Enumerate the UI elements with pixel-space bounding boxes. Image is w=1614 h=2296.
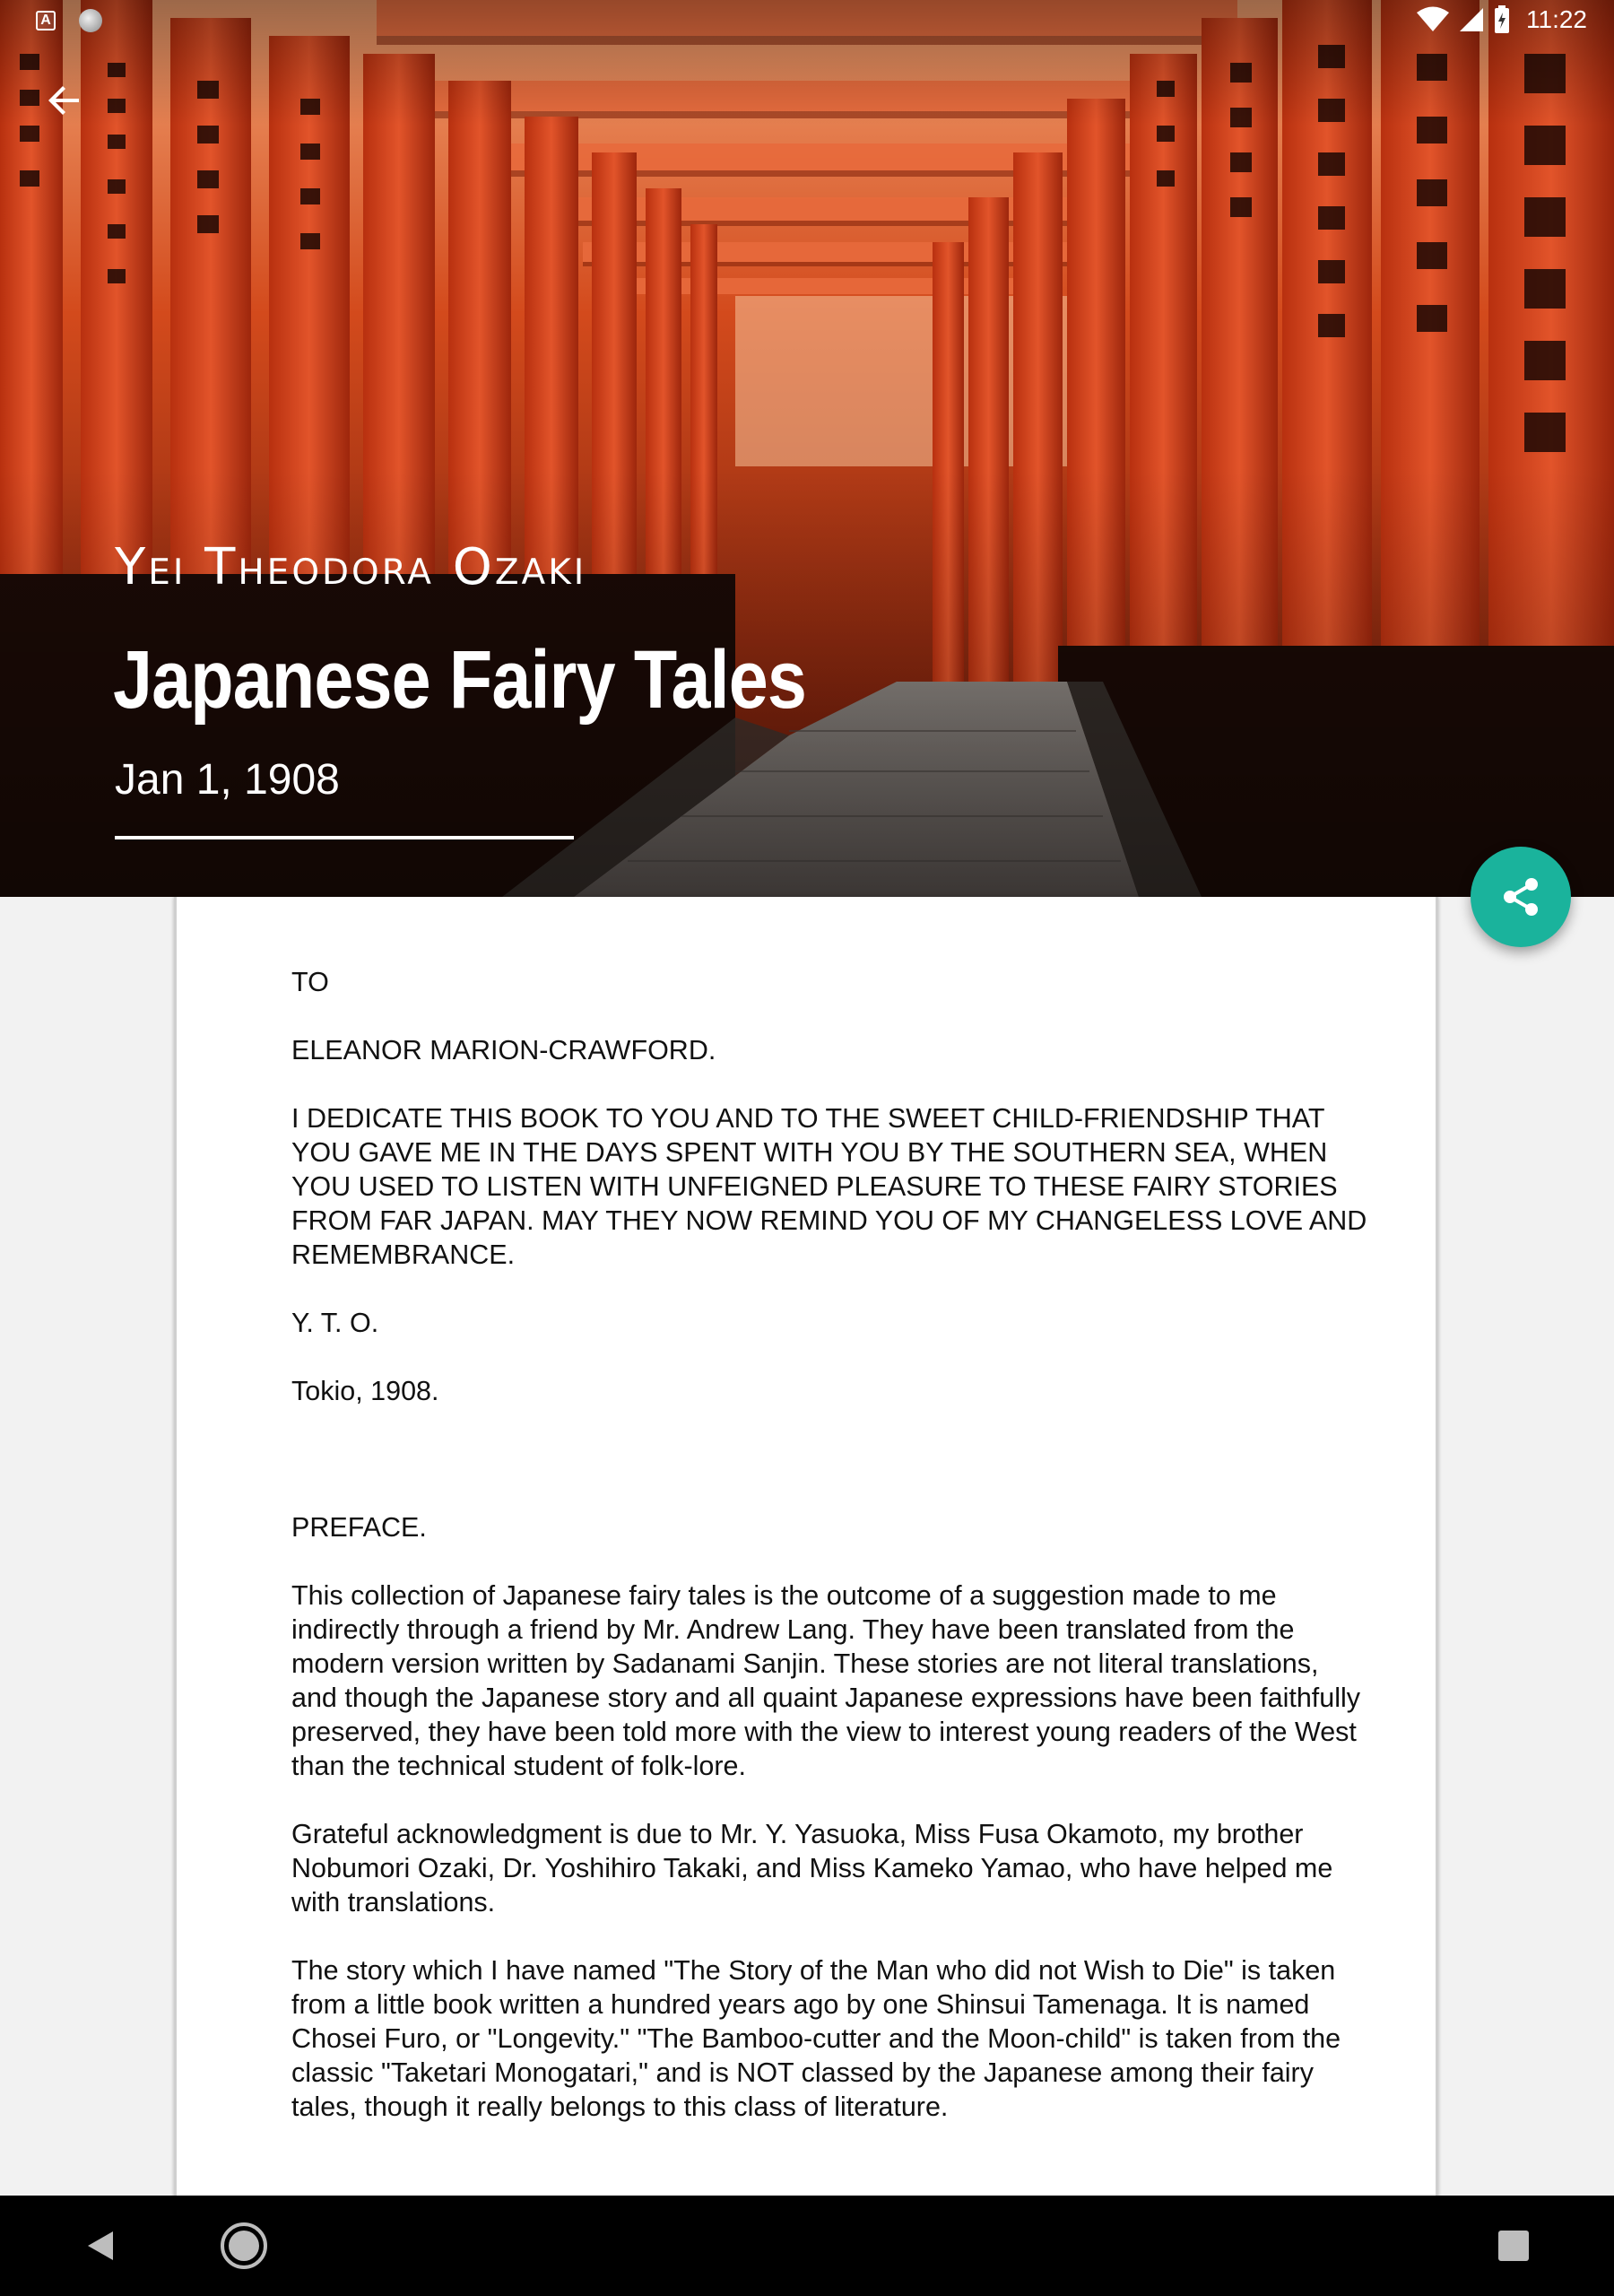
hero-header: A 11:22 Yei Theodora Ozaki Japanese Fair… — [0, 0, 1614, 897]
text-paragraph: TO — [291, 967, 329, 997]
text-paragraph: Y. T. O. — [291, 1308, 379, 1338]
text-paragraph: This collection of Japanese fairy tales … — [291, 1580, 1361, 1781]
book-author: Yei Theodora Ozaki — [115, 538, 587, 596]
share-button[interactable] — [1471, 847, 1571, 947]
text-paragraph: The story which I have named "The Story … — [291, 1955, 1341, 2122]
back-triangle-icon — [88, 2231, 113, 2260]
wifi-icon — [1417, 6, 1449, 31]
text-paragraph: Grateful acknowledgment is due to Mr. Y.… — [291, 1819, 1333, 1918]
text-paragraph: PREFACE. — [291, 1512, 427, 1543]
text-paragraph: ELEANOR MARION-CRAWFORD. — [291, 1035, 716, 1065]
book-title: Japanese Fairy Tales — [113, 634, 807, 726]
status-time: 11:22 — [1526, 5, 1587, 33]
app-root: A 11:22 Yei Theodora Ozaki Japanese Fair… — [0, 0, 1614, 2296]
text-paragraph: Tokio, 1908. — [291, 1376, 439, 1406]
share-icon — [1504, 878, 1538, 916]
text-paragraph: I DEDICATE THIS BOOK TO YOU AND TO THE S… — [291, 1103, 1367, 1270]
home-circle-icon — [221, 2222, 267, 2269]
system-nav-bar — [0, 2196, 1614, 2296]
nav-recents-button[interactable] — [1460, 2196, 1567, 2296]
nav-back-button[interactable] — [47, 2196, 154, 2296]
battery-icon — [1495, 5, 1509, 33]
app-a-icon: A — [36, 11, 56, 30]
book-text: TO ELEANOR MARION-CRAWFORD. I DEDICATE T… — [291, 965, 1367, 2158]
cellular-signal-icon — [1460, 8, 1483, 31]
arrow-back-icon — [48, 86, 79, 115]
status-bar: A 11:22 — [0, 0, 1614, 43]
status-bar-left: A — [36, 9, 102, 32]
book-date: Jan 1, 1908 — [115, 756, 340, 804]
book-content-card[interactable]: TO ELEANOR MARION-CRAWFORD. I DEDICATE T… — [174, 897, 1438, 2197]
recents-square-icon — [1498, 2231, 1529, 2261]
status-bar-right: 11:22 — [1417, 5, 1587, 34]
circle-notification-icon — [79, 9, 102, 32]
text-spacer — [291, 1442, 1367, 1510]
title-underline — [115, 836, 574, 839]
back-button[interactable] — [41, 77, 88, 124]
nav-home-button[interactable] — [190, 2196, 298, 2296]
